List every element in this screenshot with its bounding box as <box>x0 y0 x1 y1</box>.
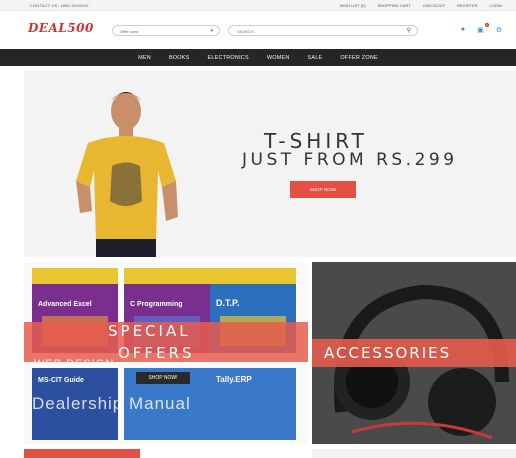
chevron-down-icon: ▾ <box>210 28 213 34</box>
svg-text:Advanced Excel: Advanced Excel <box>38 301 92 308</box>
user-icon[interactable]: ● <box>461 26 465 34</box>
search-icon[interactable]: ⚲ <box>407 27 411 34</box>
cart-icon[interactable]: ▣ 0 <box>477 23 489 34</box>
gear-icon[interactable]: ⚙ <box>496 26 502 34</box>
next-banner-strip <box>24 449 140 458</box>
category-select-value: Offer zone <box>120 29 139 34</box>
site-logo[interactable]: DEAL500 <box>28 21 94 35</box>
top-bar: CONTACT US: 1800-XXXXXX WISH LIST (0) SH… <box>0 0 516 11</box>
nav-item-sale[interactable]: SALE <box>299 55 332 61</box>
nav-item-offer-zone[interactable]: OFFER ZONE <box>331 55 386 61</box>
hero-banner[interactable]: T-SHIRT JUST FROM RS.299 SHOP NOW! <box>24 71 516 257</box>
svg-text:MS-CIT Guide: MS-CIT Guide <box>38 377 84 384</box>
svg-text:Tally.ERP: Tally.ERP <box>216 375 252 384</box>
nav-item-men[interactable]: MEN <box>129 55 160 61</box>
contact-info: CONTACT US: 1800-XXXXXX <box>30 3 89 8</box>
special-offers-title-line2: OFFERS <box>118 344 195 362</box>
hero-subtitle: JUST FROM RS.299 <box>242 150 458 170</box>
shopping-cart-link[interactable]: SHOPPING CART <box>378 3 411 8</box>
nav-item-books[interactable]: BOOKS <box>160 55 199 61</box>
search-box: ⚲ <box>228 25 418 36</box>
svg-text:C Programming: C Programming <box>130 301 183 308</box>
watermark-text: WEB DESIGN <box>34 358 115 370</box>
checkout-link[interactable]: CHECKOUT <box>423 3 445 8</box>
cart-count-badge: 0 <box>485 23 489 27</box>
main-nav: MEN BOOKS ELECTRONICS WOMEN SALE OFFER Z… <box>0 49 516 66</box>
special-offers-title-line1: SPECIAL <box>108 322 191 340</box>
watermark-text: Dealership Manual <box>32 394 191 413</box>
special-offers-shop-now-button[interactable]: SHOP NOW! <box>136 372 190 384</box>
account-links: WISH LIST (0) SHOPPING CART CHECKOUT REG… <box>340 3 502 8</box>
site-header: DEAL500 Offer zone ▾ ⚲ ● ▣0 ⚙ <box>0 11 516 49</box>
category-select[interactable]: Offer zone ▾ <box>112 25 220 36</box>
next-banner-strip <box>312 449 516 458</box>
book-cover-image: Tally.ERP <box>210 368 296 440</box>
hero-shop-now-button[interactable]: SHOP NOW! <box>290 181 356 198</box>
accessories-title: ACCESSORIES <box>324 344 452 362</box>
header-icons: ● ▣ 0 ⚙ <box>461 23 502 34</box>
special-offers-banner[interactable]: Advanced Excel C Programming D.T.P. MS-C… <box>24 262 308 444</box>
login-link[interactable]: LOGIN <box>490 3 502 8</box>
nav-item-electronics[interactable]: ELECTRONICS <box>199 55 258 61</box>
search-input[interactable] <box>237 29 397 34</box>
accessories-banner[interactable]: ACCESSORIES <box>312 262 516 444</box>
register-link[interactable]: REGISTER <box>457 3 477 8</box>
svg-text:D.T.P.: D.T.P. <box>216 298 239 308</box>
wishlist-link[interactable]: WISH LIST (0) <box>340 3 366 8</box>
nav-item-women[interactable]: WOMEN <box>258 55 299 61</box>
model-image <box>76 92 178 257</box>
